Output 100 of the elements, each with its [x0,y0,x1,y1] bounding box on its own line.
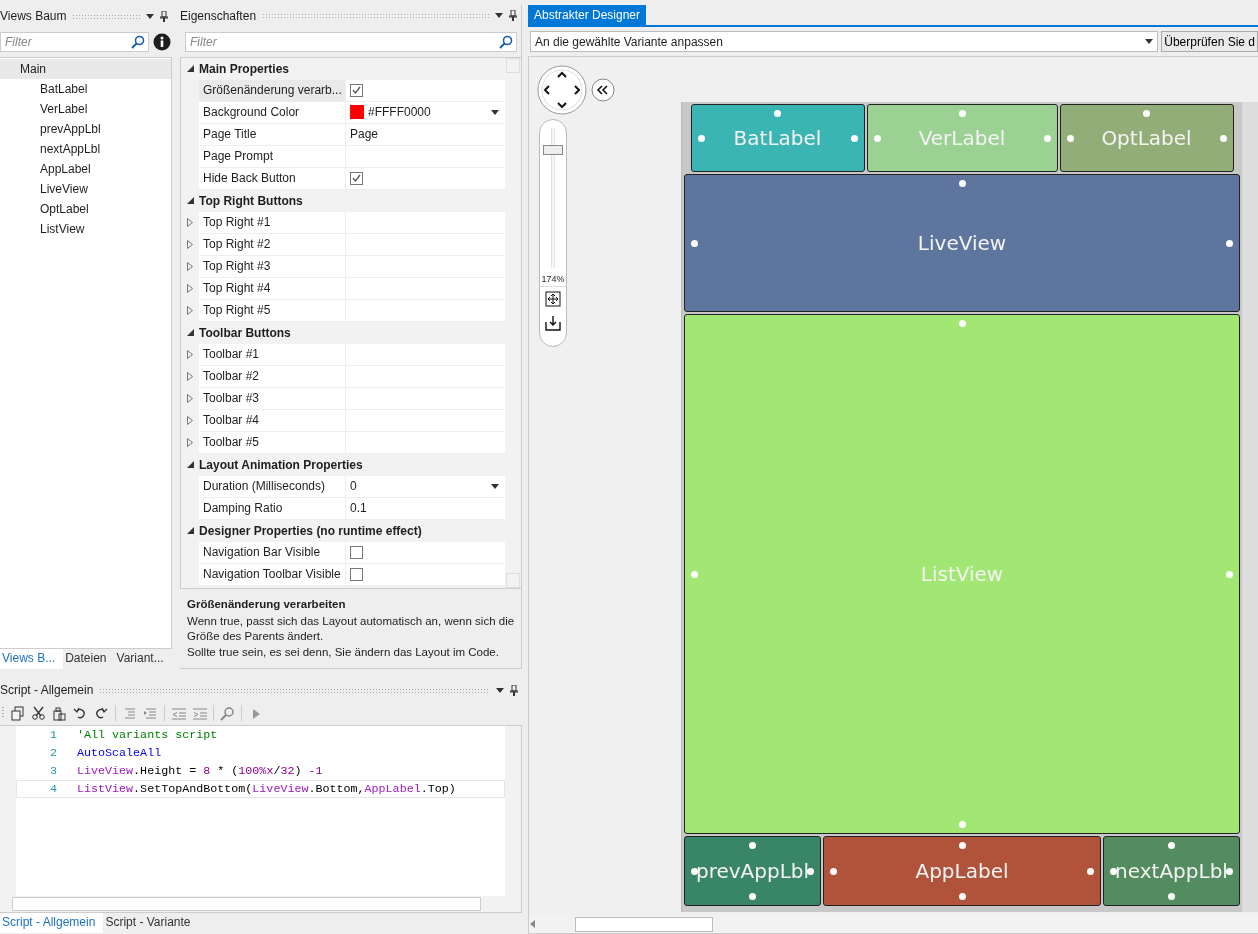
tree-item[interactable]: OptLabel [0,199,171,219]
info-icon[interactable] [153,33,171,51]
property-name[interactable]: Toolbar #3 [199,387,345,410]
checkbox[interactable] [350,83,363,97]
filter-field[interactable]: Filter [185,31,517,52]
horizontal-scrollbar[interactable] [575,916,713,932]
resize-handle[interactable] [1168,842,1175,849]
horizontal-scrollbar[interactable] [12,897,481,911]
tree-item[interactable]: nextAppLbl [0,139,171,159]
property-name[interactable]: Hide Back Button [199,167,345,190]
value-cell[interactable]: 0.1 [345,497,505,520]
resize-handle[interactable] [774,110,781,117]
value-cell[interactable] [345,167,505,190]
value-cell[interactable]: Page [345,123,505,146]
value-cell[interactable]: #FFFF0000 [345,101,505,124]
resize-handle[interactable] [1110,867,1117,875]
view-block[interactable]: prevAppLbl [684,836,821,906]
expand-icon[interactable] [187,240,193,250]
resize-handle[interactable] [1226,570,1233,578]
resize-handle[interactable] [1043,134,1051,142]
resize-handle[interactable] [749,893,756,900]
pin-icon[interactable] [510,684,518,696]
resize-handle[interactable] [958,180,966,187]
tree-item[interactable]: Main [0,59,171,79]
resize-handle[interactable] [850,134,858,142]
resize-handle[interactable] [1087,867,1094,875]
scroll-left-icon[interactable] [529,920,537,928]
pan-control-icon[interactable] [537,65,587,115]
property-name[interactable]: Top Right #1 [199,211,345,234]
collapse-icon[interactable] [186,197,194,205]
property-name[interactable]: Page Prompt [199,145,345,168]
property-name[interactable]: Toolbar #5 [199,431,345,454]
code-line[interactable]: 2 AutoScaleAll [16,744,505,762]
pin-icon[interactable] [509,10,517,22]
slider-thumb[interactable] [543,144,563,155]
pin-icon[interactable] [160,10,168,22]
resize-handle[interactable] [830,867,837,875]
outdent-icon[interactable] [171,705,186,721]
panel-tab[interactable]: Dateien [63,649,115,669]
property-value[interactable]: 0.1 [350,501,367,516]
property-name[interactable]: Duration (Milliseconds) [199,475,345,498]
checkbox[interactable] [350,171,363,185]
dropdown-caret-icon[interactable] [146,13,154,19]
property-value[interactable]: 0 [350,479,357,494]
dropdown-caret-icon[interactable] [491,483,499,489]
designer-tab[interactable]: Abstrakter Designer [528,5,647,25]
dropdown-caret-icon[interactable] [491,109,499,115]
resize-handle[interactable] [873,134,881,142]
value-cell[interactable]: 0 [345,475,505,498]
resize-handle[interactable] [958,821,966,828]
property-name[interactable]: Top Right #3 [199,255,345,278]
dropdown-caret-icon[interactable] [495,13,503,19]
cut-icon[interactable] [31,705,46,721]
fit-screen-icon[interactable] [545,291,561,307]
value-cell[interactable] [345,563,505,586]
property-name[interactable]: Toolbar #2 [199,365,345,388]
code-line[interactable]: 3 LiveView.Height = 8 * (100%x/32) -1 [16,762,505,780]
resize-handle[interactable] [1066,134,1074,142]
property-value[interactable]: Page [350,127,379,142]
property-name[interactable]: Damping Ratio [199,497,345,520]
filter-field[interactable]: Filter [0,32,149,52]
property-name[interactable]: Navigation Bar Visible [199,541,345,564]
property-name[interactable]: Toolbar #4 [199,409,345,432]
expand-icon[interactable] [187,218,193,228]
property-name[interactable]: Background Color [199,101,345,124]
download-icon[interactable] [545,315,561,331]
resize-handle[interactable] [1226,867,1233,875]
property-name[interactable]: Top Right #5 [199,299,345,322]
collapse-icon[interactable] [186,461,194,469]
view-block[interactable]: nextAppLbl [1103,836,1240,906]
expand-icon[interactable] [187,284,193,294]
expand-icon[interactable] [187,372,193,382]
resize-handle[interactable] [958,320,966,327]
resize-handle[interactable] [691,239,698,247]
code-line[interactable]: 1 'All variants script [16,726,505,744]
property-name[interactable]: Navigation Toolbar Visible [199,563,345,586]
expand-icon[interactable] [187,438,193,448]
value-cell[interactable] [345,541,505,564]
resize-handle[interactable] [958,893,966,900]
expand-icon[interactable] [187,262,193,272]
resize-handle[interactable] [1143,110,1150,117]
resize-handle[interactable] [691,867,698,875]
variant-dropdown[interactable]: An die gewählte Variante anpassen [530,31,1159,52]
vertical-scrollbar[interactable] [505,726,521,896]
undo-icon[interactable] [73,705,88,721]
property-name[interactable]: Top Right #4 [199,277,345,300]
resize-handle[interactable] [691,570,698,578]
expand-icon[interactable] [187,394,193,404]
resize-handle[interactable] [958,842,966,849]
tree-item[interactable]: VerLabel [0,99,171,119]
property-value[interactable]: #FFFF0000 [368,105,431,120]
checkbox[interactable] [350,545,363,559]
search-icon[interactable] [220,705,235,721]
search-icon[interactable] [131,35,145,49]
resize-handle[interactable] [1226,239,1233,247]
panel-tab[interactable]: Variant... [114,649,172,669]
property-name[interactable]: Größenänderung verarb... [199,79,345,102]
resize-handle[interactable] [749,842,756,849]
value-cell[interactable] [345,79,505,102]
expand-icon[interactable] [187,350,193,360]
